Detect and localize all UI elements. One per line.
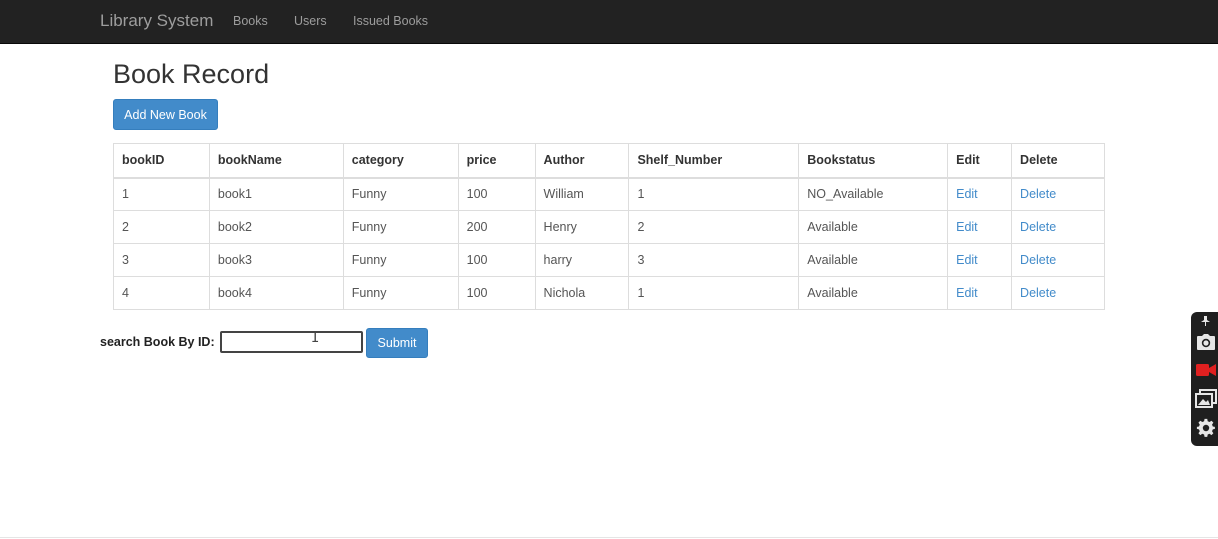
edit-link[interactable]: Edit [956,220,978,234]
delete-link[interactable]: Delete [1020,286,1056,300]
cell-shelf-number: 1 [628,276,800,310]
pin-icon[interactable] [1194,314,1218,328]
cell-bookid: 1 [113,177,210,211]
cell-price: 100 [457,243,536,277]
cell-author: Henry [534,210,630,244]
table-row: 1 book1 Funny 100 William 1 NO_Available… [113,177,1105,211]
gear-icon[interactable] [1194,416,1218,440]
gallery-icon[interactable] [1194,387,1218,411]
delete-link[interactable]: Delete [1020,253,1056,267]
nav-link-books[interactable]: Books [233,14,268,28]
search-book-id-input[interactable] [220,331,363,353]
cell-shelf-number: 1 [628,177,800,211]
floating-capture-toolbar [1191,312,1218,446]
cell-price: 200 [457,210,536,244]
book-record-table: bookID bookName category price Author Sh… [113,143,1105,310]
column-header-shelf-number[interactable]: Shelf_Number [628,143,800,179]
delete-link[interactable]: Delete [1020,220,1056,234]
cell-category: Funny [342,177,459,211]
cell-author: William [534,177,630,211]
cell-bookname: book2 [208,210,344,244]
cell-bookstatus: Available [798,210,949,244]
cell-price: 100 [457,276,536,310]
table-row: 4 book4 Funny 100 Nichola 1 Available Ed… [113,276,1105,310]
table-row: 3 book3 Funny 100 harry 3 Available Edit… [113,243,1105,277]
cell-bookstatus: Available [798,243,949,277]
cell-category: Funny [342,276,459,310]
edit-link[interactable]: Edit [956,253,978,267]
delete-link[interactable]: Delete [1020,187,1056,201]
table-row: 2 book2 Funny 200 Henry 2 Available Edit… [113,210,1105,244]
column-header-delete: Delete [1011,143,1105,179]
cell-bookname: book4 [208,276,344,310]
footer-divider [0,537,1218,538]
cell-price: 100 [457,177,536,211]
column-header-price[interactable]: price [457,143,536,179]
nav-link-issued-books[interactable]: Issued Books [353,14,428,28]
brand-link[interactable]: Library System [100,11,213,31]
cell-bookname: book3 [208,243,344,277]
cell-author: Nichola [534,276,630,310]
column-header-edit: Edit [947,143,1013,179]
column-header-bookname[interactable]: bookName [208,143,344,179]
cell-bookid: 3 [113,243,210,277]
cell-bookid: 2 [113,210,210,244]
add-new-book-button[interactable]: Add New Book [113,99,218,130]
cell-shelf-number: 2 [628,210,800,244]
page-title: Book Record [113,59,270,89]
navbar: Library System Books Users Issued Books [0,0,1218,44]
column-header-author[interactable]: Author [534,143,630,179]
search-label: search Book By ID: [100,335,215,349]
cell-bookstatus: NO_Available [798,177,949,211]
cell-bookid: 4 [113,276,210,310]
cell-bookstatus: Available [798,276,949,310]
cell-bookname: book1 [208,177,344,211]
column-header-category[interactable]: category [342,143,459,179]
edit-link[interactable]: Edit [956,187,978,201]
text-cursor-icon: I [311,330,320,346]
video-record-icon[interactable] [1194,358,1218,382]
submit-button[interactable]: Submit [366,328,428,358]
cell-category: Funny [342,243,459,277]
nav-link-users[interactable]: Users [294,14,327,28]
cell-shelf-number: 3 [628,243,800,277]
column-header-bookstatus[interactable]: Bookstatus [798,143,949,179]
camera-icon[interactable] [1194,330,1218,354]
cell-category: Funny [342,210,459,244]
cell-author: harry [534,243,630,277]
column-header-bookid[interactable]: bookID [113,143,210,179]
table-header-row: bookID bookName category price Author Sh… [113,143,1105,179]
edit-link[interactable]: Edit [956,286,978,300]
